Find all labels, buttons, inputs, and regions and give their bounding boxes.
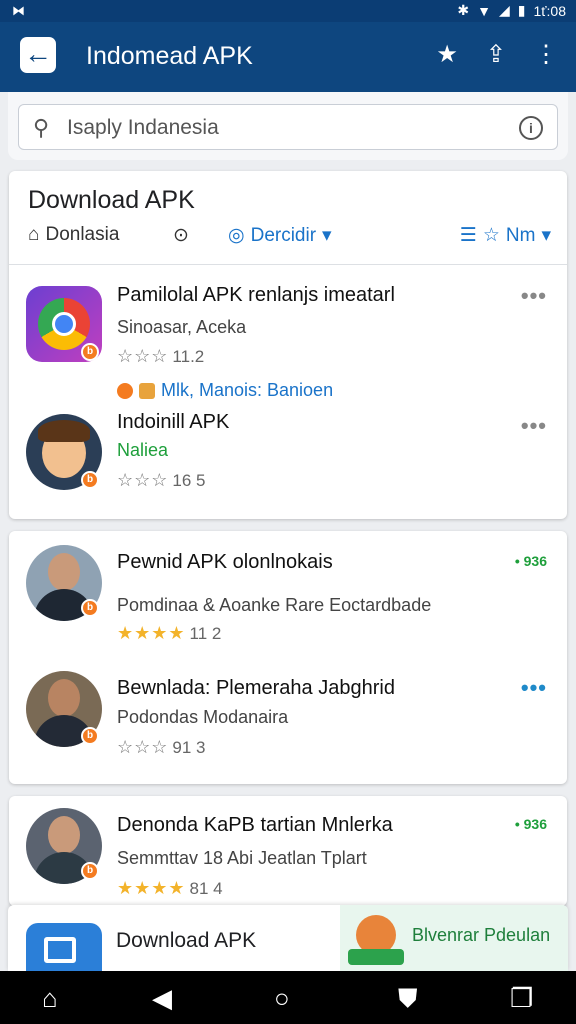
tag-badge: • 936 bbox=[514, 816, 547, 832]
star-rating: ★★★★ bbox=[117, 878, 186, 898]
app-icon bbox=[26, 923, 102, 971]
banner-title: Download APK bbox=[116, 929, 257, 952]
back-arrow-icon[interactable]: ← bbox=[20, 37, 56, 73]
app-bar: ← Indomead APK ★ ⇪ ⋮ bbox=[0, 22, 576, 92]
filter-search[interactable]: ⊙ bbox=[173, 224, 189, 247]
promo-banner[interactable]: Blvenrar Pdeulan bbox=[340, 905, 568, 971]
list-item[interactable]: b Bewnlada: Plemeraha Jabghrid Podondas … bbox=[9, 671, 567, 771]
item-rating: ★★★★ 11 2 bbox=[117, 623, 222, 643]
home-icon[interactable]: ⌂ bbox=[42, 983, 58, 1014]
share-icon[interactable]: ⇪ bbox=[486, 40, 506, 69]
badge-icon: b bbox=[81, 471, 99, 489]
search-container: ⚲ i bbox=[8, 92, 568, 160]
list-item[interactable]: b Indoinill APK Naliea ☆☆☆ 16 5 ••• bbox=[9, 409, 567, 509]
battery-icon: ▮ bbox=[517, 2, 526, 18]
bluetooth-icon: ✱ bbox=[457, 2, 470, 18]
list-item[interactable]: b Denonda KaPB tartian Mnlerka Semmttav … bbox=[9, 808, 567, 906]
more-vert-icon[interactable]: ⋮ bbox=[534, 40, 558, 69]
dropdown-arrow-icon: ▾ bbox=[541, 225, 551, 246]
bottom-download-banner[interactable]: Download APK Blvenrar Pdeulan bbox=[8, 905, 568, 971]
item-title: Indoinill APK bbox=[117, 411, 230, 433]
search-icon: ⊙ bbox=[173, 225, 189, 246]
star-rating: ☆☆☆ bbox=[117, 346, 169, 366]
item-title: Bewnlada: Plemeraha Jabghrid bbox=[117, 677, 395, 699]
status-icons: ✱ ▼ ◢ ▮ 1ť:08 bbox=[457, 2, 566, 19]
mascot-base bbox=[348, 949, 404, 965]
app-glyph bbox=[44, 937, 76, 963]
avatar-hair bbox=[38, 420, 90, 442]
item-rating: ☆☆☆ 11.2 bbox=[117, 346, 205, 366]
avatar-face bbox=[48, 679, 80, 717]
star-rating: ☆☆☆ bbox=[117, 470, 169, 490]
sort-dropdown[interactable]: ☰ ☆ Nm ▾ bbox=[460, 224, 551, 247]
promo-mascot bbox=[348, 911, 404, 969]
list-icon: ☰ bbox=[459, 225, 477, 246]
star-outline-icon: ☆ bbox=[482, 225, 500, 246]
more-icon[interactable]: ••• bbox=[521, 283, 547, 309]
links-row[interactable]: Mlk, Manois: Banioen bbox=[117, 380, 333, 401]
divider bbox=[9, 264, 567, 265]
item-subtitle: Naliea bbox=[117, 440, 169, 460]
back-triangle-icon[interactable]: ◀ bbox=[152, 983, 172, 1014]
circle-icon: ◎ bbox=[228, 225, 245, 246]
dropdown-arrow-icon: ▾ bbox=[322, 225, 332, 246]
search-icon: ⚲ bbox=[33, 115, 50, 140]
app-bar-actions: ★ ⇪ ⋮ bbox=[436, 40, 558, 69]
item-rating: ☆☆☆ 16 5 bbox=[117, 470, 206, 490]
item-subtitle: Sinoasar, Aceka bbox=[117, 317, 247, 337]
star-rating: ☆☆☆ bbox=[117, 737, 169, 757]
promo-text: Blvenrar Pdeulan bbox=[412, 925, 551, 945]
browser-logo-center bbox=[52, 312, 76, 336]
status-time: 1ť:08 bbox=[533, 2, 567, 19]
item-subtitle: Pomdinaa & Aoanke Rare Eoctardbade bbox=[117, 595, 432, 615]
item-subtitle: Podondas Modanaira bbox=[117, 707, 289, 727]
search-box[interactable]: ⚲ i bbox=[18, 104, 558, 150]
item-subtitle: Semmttav 18 Abi Jeatlan Tplart bbox=[117, 848, 367, 868]
app-list-card: b Pewnid APK olonlnokais Pomdinaa & Aoan… bbox=[9, 531, 567, 784]
shield-icon[interactable]: ⛊ bbox=[398, 983, 418, 1015]
wifi-icon: ▼ bbox=[477, 2, 491, 19]
item-rating: ★★★★ 81 4 bbox=[117, 878, 223, 898]
badge-icon: b bbox=[81, 343, 99, 361]
download-card: Download APK ⌂ Donlasia ⊙ ◎ Dercidir ▾ ☰… bbox=[9, 171, 567, 519]
item-title: Pamilolal APK renlanjs imeatarl bbox=[117, 284, 395, 306]
list-item[interactable]: b Pamilolal APK renlanjs imeatarl Sinoas… bbox=[9, 281, 567, 391]
page-title: Indomead APK bbox=[86, 42, 253, 70]
mini-icon bbox=[117, 382, 133, 399]
search-input[interactable] bbox=[67, 113, 507, 143]
thumb-up-icon: ⌂ bbox=[28, 224, 40, 245]
item-title: Pewnid APK olonlnokais bbox=[117, 551, 333, 573]
star-rating: ★★★★ bbox=[117, 623, 186, 643]
notification-icon: ⧓ bbox=[12, 3, 25, 18]
item-rating: ☆☆☆ 91 3 bbox=[117, 737, 206, 757]
mini-icon bbox=[139, 382, 155, 399]
system-nav-bar: ⌂ ◀ ○ ⛊ ❐ bbox=[0, 971, 576, 1024]
star-icon[interactable]: ★ bbox=[436, 40, 458, 69]
status-bar: ⧓ ✱ ▼ ◢ ▮ 1ť:08 bbox=[0, 0, 576, 22]
card-title: Download APK bbox=[28, 186, 195, 214]
tag-badge: • 936 bbox=[514, 553, 547, 569]
avatar-face bbox=[48, 816, 80, 854]
signal-icon: ◢ bbox=[499, 2, 510, 18]
item-title: Denonda KaPB tartian Mnlerka bbox=[117, 814, 393, 836]
badge-icon: b bbox=[81, 727, 99, 745]
info-icon[interactable]: i bbox=[519, 116, 543, 140]
recents-icon[interactable]: ❐ bbox=[510, 983, 533, 1014]
badge-icon: b bbox=[81, 862, 99, 880]
list-item[interactable]: b Pewnid APK olonlnokais Pomdinaa & Aoan… bbox=[9, 545, 567, 655]
home-circle-icon[interactable]: ○ bbox=[274, 983, 290, 1014]
avatar-face bbox=[48, 553, 80, 591]
more-icon[interactable]: ••• bbox=[521, 675, 547, 701]
badge-icon: b bbox=[81, 599, 99, 617]
more-icon[interactable]: ••• bbox=[521, 413, 547, 439]
filter-donlasia[interactable]: ⌂ Donlasia bbox=[28, 224, 119, 246]
filter-row: ⌂ Donlasia ⊙ ◎ Dercidir ▾ ☰ ☆ Nm ▾ bbox=[28, 224, 551, 254]
app-list-card: b Denonda KaPB tartian Mnlerka Semmttav … bbox=[9, 796, 567, 906]
filter-dropdown[interactable]: ◎ Dercidir ▾ bbox=[228, 224, 332, 247]
